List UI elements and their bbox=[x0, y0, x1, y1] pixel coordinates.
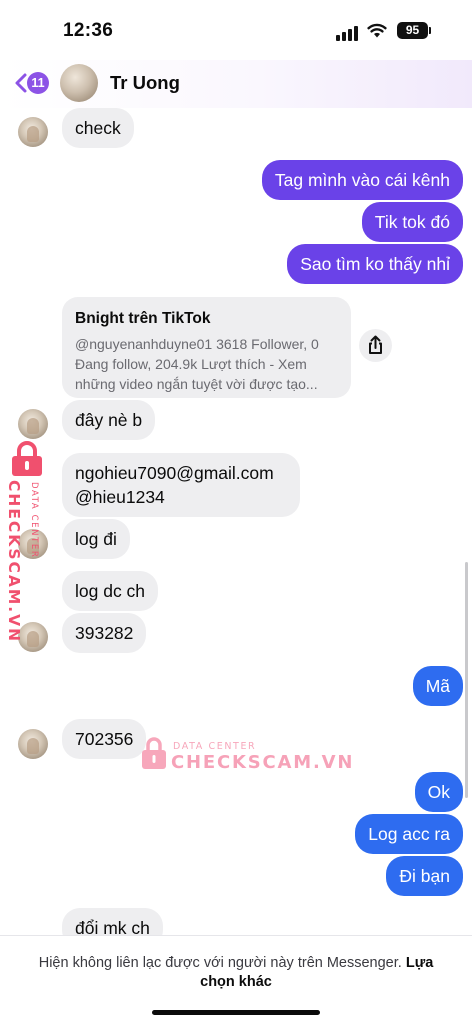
watermark-center-lock-icon bbox=[142, 737, 166, 769]
home-indicator[interactable] bbox=[152, 1010, 320, 1015]
contact-avatar[interactable] bbox=[60, 64, 98, 102]
message-incoming[interactable]: 702356 bbox=[62, 719, 147, 759]
watermark-brand: CHECKSCAM.VN bbox=[5, 480, 23, 643]
cellular-signal-icon bbox=[336, 26, 358, 41]
message-line: @hieu1234 bbox=[75, 487, 165, 507]
watermark-brand-text: CHECKSCAM.VN bbox=[5, 480, 23, 643]
message-outgoing[interactable]: Tag mình vào cái kênh bbox=[261, 160, 463, 200]
sender-avatar[interactable] bbox=[18, 117, 48, 147]
status-time: 12:36 bbox=[63, 20, 114, 41]
conversation-header: 11 Tr Uong bbox=[0, 60, 472, 108]
watermark-subtitle-text: DATA CENTER bbox=[29, 482, 39, 558]
message-incoming[interactable]: đây nè b bbox=[62, 400, 156, 440]
message-incoming[interactable]: 393282 bbox=[62, 613, 147, 653]
footer-notice-text: Hiện không liên lạc được với người này t… bbox=[38, 955, 402, 971]
message-outgoing[interactable]: Đi bạn bbox=[386, 856, 463, 896]
message-incoming[interactable]: log đi bbox=[62, 519, 130, 559]
message-outgoing[interactable]: Log acc ra bbox=[355, 814, 463, 854]
sender-avatar[interactable] bbox=[18, 409, 48, 439]
battery-icon: 95 bbox=[397, 22, 428, 39]
watermark-lock-icon bbox=[12, 441, 42, 476]
message-incoming[interactable]: check bbox=[62, 108, 134, 148]
back-button[interactable]: 11 bbox=[13, 71, 53, 95]
link-preview-description: @nguyenanhduyne01 3618 Follower, 0 Đang … bbox=[75, 336, 319, 392]
watermark-center-brand: CHECKSCAM.VN bbox=[171, 752, 355, 773]
watermark-subtitle: DATA CENTER bbox=[29, 482, 39, 558]
footer-text: Hiện không liên lạc được với người này t… bbox=[20, 954, 452, 992]
unread-count-badge: 11 bbox=[27, 72, 49, 94]
message-outgoing[interactable]: Sao tìm ko thấy nhỉ bbox=[287, 244, 463, 284]
status-bar: 12:36 95 bbox=[0, 0, 472, 60]
link-preview-card[interactable]: Bnight trên TikTok @nguyenanhduyne01 361… bbox=[62, 297, 351, 398]
sender-avatar[interactable] bbox=[18, 729, 48, 759]
share-button[interactable] bbox=[359, 329, 392, 362]
watermark-center-subtitle: DATA CENTER bbox=[173, 741, 257, 752]
contact-name[interactable]: Tr Uong bbox=[110, 72, 180, 94]
link-preview-title: Bnight trên TikTok bbox=[75, 310, 211, 327]
message-line: ngohieu7090@gmail.com bbox=[75, 463, 274, 483]
message-incoming[interactable]: log dc ch bbox=[62, 571, 159, 611]
battery-cap bbox=[429, 27, 431, 34]
wifi-icon bbox=[367, 23, 387, 38]
share-icon bbox=[369, 335, 382, 354]
message-outgoing[interactable]: Ok bbox=[414, 772, 463, 812]
scrollbar[interactable] bbox=[465, 562, 468, 798]
message-outgoing[interactable]: Mã bbox=[412, 666, 463, 706]
message-outgoing[interactable]: Tik tok đó bbox=[361, 202, 463, 242]
message-incoming[interactable]: ngohieu7090@gmail.com @hieu1234 bbox=[62, 453, 300, 517]
